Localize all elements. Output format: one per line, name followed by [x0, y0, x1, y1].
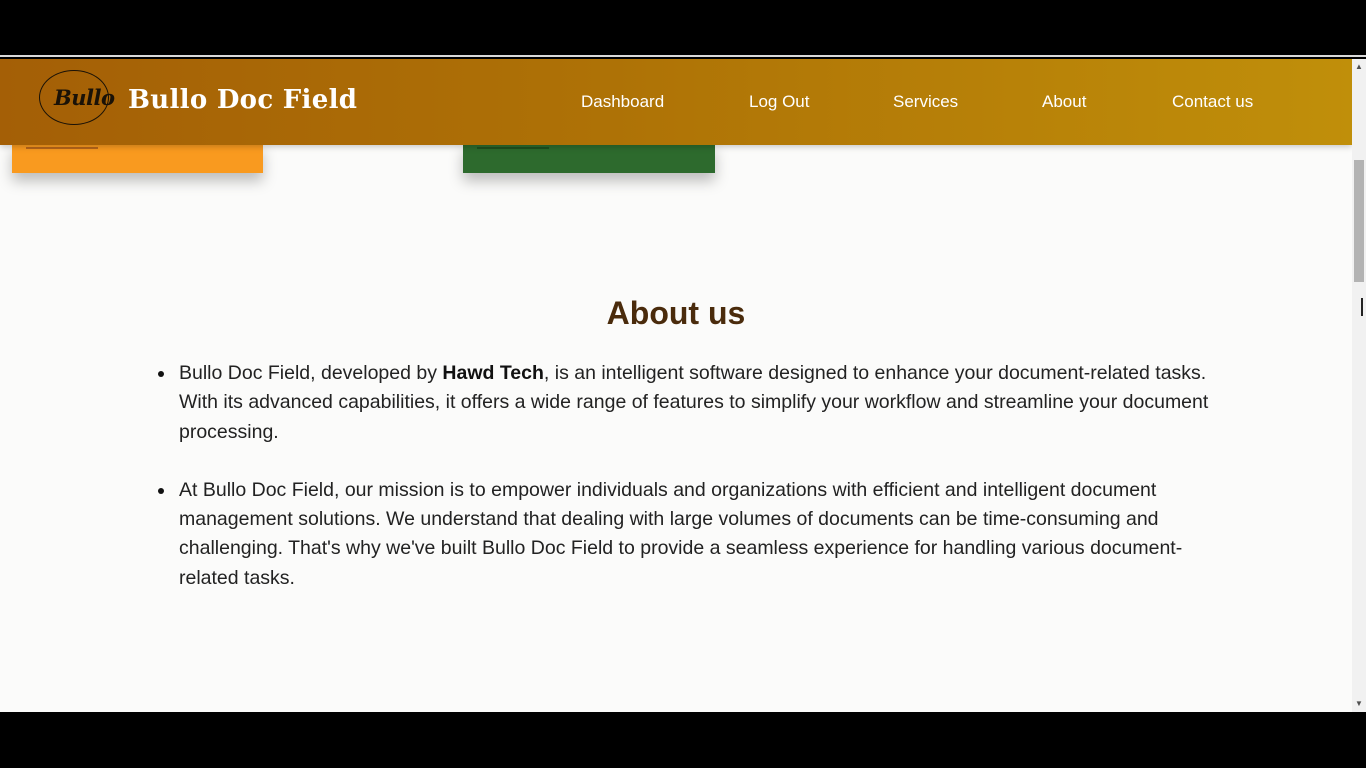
nav-log-out[interactable]: Log Out: [749, 92, 810, 112]
about-item-mission: At Bullo Doc Field, our mission is to em…: [158, 476, 1219, 593]
service-card-orange[interactable]: [12, 143, 263, 173]
scroll-down-icon[interactable]: ▼: [1352, 696, 1366, 712]
intro-text-start: Bullo Doc Field, developed by: [179, 362, 443, 384]
mouse-cursor-icon: [1361, 298, 1366, 316]
screen-bottom-bar: [0, 712, 1366, 768]
nav-contact-us[interactable]: Contact us: [1172, 92, 1253, 112]
about-item-intro: Bullo Doc Field, developed by Hawd Tech,…: [158, 359, 1219, 447]
company-name: Hawd Tech: [442, 362, 544, 384]
nav-services[interactable]: Services: [893, 92, 958, 112]
logo-text[interactable]: Bullo: [54, 85, 115, 110]
browser-edge: [0, 55, 1366, 57]
about-title: About us: [606, 295, 746, 331]
nav-dashboard[interactable]: Dashboard: [581, 92, 664, 112]
brand-name[interactable]: Bullo Doc Field: [128, 85, 357, 115]
scroll-thumb[interactable]: [1354, 160, 1364, 282]
nav-about[interactable]: About: [1042, 92, 1086, 112]
service-card-green[interactable]: [463, 143, 715, 173]
about-list: Bullo Doc Field, developed by Hawd Tech,…: [158, 359, 1219, 622]
vertical-scrollbar[interactable]: ▲ ▼: [1352, 59, 1366, 712]
scroll-up-icon[interactable]: ▲: [1352, 59, 1366, 75]
card-underline: [477, 147, 549, 149]
navbar: Bullo Bullo Doc Field Dashboard Log Out …: [0, 59, 1352, 145]
card-underline: [26, 147, 98, 149]
screen-top-bar: [0, 0, 1366, 57]
page-viewport: Bullo Bullo Doc Field Dashboard Log Out …: [0, 59, 1352, 712]
